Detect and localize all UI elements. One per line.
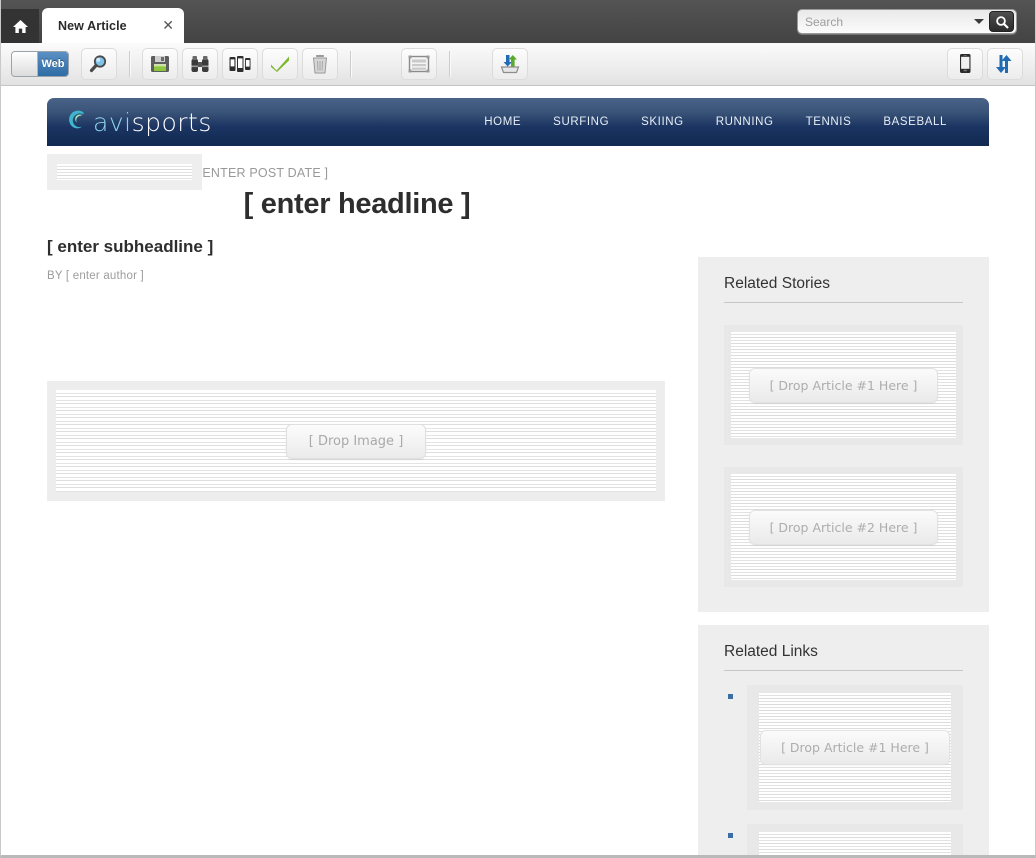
layout-button[interactable] <box>401 48 437 80</box>
layout-rows-icon <box>408 55 430 73</box>
image-drop-zone[interactable]: [ Drop Image ] <box>47 381 665 501</box>
preview-zoom-button[interactable] <box>81 48 117 80</box>
search-box[interactable] <box>797 9 1017 34</box>
placeholder-lines <box>57 164 192 180</box>
site-nav-list: HOME SURFING SKIING RUNNING TENNIS BASEB… <box>468 116 963 128</box>
date-drop-placeholder[interactable] <box>47 154 202 190</box>
channel-toggle-web[interactable]: Web <box>11 51 69 77</box>
mobile-phone-icon <box>960 54 971 73</box>
related-stories-panel: Related Stories [ Drop Article #1 Here ]… <box>698 257 989 612</box>
nav-item-tennis[interactable]: TENNIS <box>790 116 868 128</box>
article-byline[interactable]: BY [ enter author ] <box>47 270 667 282</box>
chevron-down-icon[interactable] <box>971 12 987 32</box>
import-export-icon <box>500 55 520 74</box>
approve-button[interactable] <box>262 48 298 80</box>
site-logo[interactable]: avisports <box>67 108 212 137</box>
article-headline[interactable]: [ enter headline ] <box>47 188 667 221</box>
toolbar-separator <box>129 51 130 77</box>
crescent-c-icon <box>67 109 86 136</box>
related-link-slot-1[interactable]: [ Drop Article #1 Here ] <box>747 685 963 810</box>
related-links-panel: Related Links [ Drop Article #1 Here ] [… <box>698 625 989 855</box>
compare-button[interactable] <box>182 48 218 80</box>
related-stories-title: Related Stories <box>724 275 830 292</box>
related-links-title: Related Links <box>724 643 818 660</box>
nav-item-baseball[interactable]: BASEBALL <box>867 116 963 128</box>
tab-new-article[interactable]: New Article ✕ <box>42 8 184 43</box>
sync-arrows-icon <box>996 55 1012 73</box>
nav-item-running[interactable]: RUNNING <box>700 116 790 128</box>
post-date-placeholder[interactable]: [ ENTER POST DATE ] <box>195 166 328 180</box>
divider <box>724 670 963 671</box>
placeholder-lines <box>759 832 951 855</box>
sync-button[interactable] <box>987 48 1023 80</box>
home-icon <box>12 19 29 34</box>
devices-icon <box>229 56 251 72</box>
close-icon[interactable]: ✕ <box>162 19 174 33</box>
import-export-button[interactable] <box>492 48 528 80</box>
post-date-row: [ ENTER POST DATE ] <box>47 154 667 190</box>
drop-article-label[interactable]: [ Drop Article #1 Here ] <box>748 367 939 403</box>
title-bar: New Article ✕ <box>1 0 1035 43</box>
save-button[interactable] <box>142 48 178 80</box>
toolbar-separator <box>449 51 450 77</box>
multichannel-preview-button[interactable] <box>222 48 258 80</box>
article-subheadline[interactable]: [ enter subheadline ] <box>47 237 667 257</box>
toolbar-separator <box>350 51 351 77</box>
search-icon <box>995 15 1008 28</box>
tab-label: New Article <box>58 18 127 33</box>
drop-article-label[interactable]: [ Drop Article #2 Here ] <box>748 509 939 545</box>
nav-item-surfing[interactable]: SURFING <box>537 116 625 128</box>
related-link-slot-2[interactable]: [ Drop Article #2 Here ] <box>747 824 963 855</box>
brand-text: avisports <box>93 108 212 137</box>
site-header: avisports HOME SURFING SKIING RUNNING TE… <box>47 98 989 146</box>
brand-text-secondary: sports <box>131 107 212 137</box>
application-window: New Article ✕ Web <box>0 0 1036 858</box>
divider <box>724 302 963 303</box>
page-canvas: avisports HOME SURFING SKIING RUNNING TE… <box>2 87 1035 855</box>
main-toolbar: Web <box>1 43 1035 86</box>
magnifier-icon <box>89 55 107 73</box>
related-story-slot-1[interactable]: [ Drop Article #1 Here ] <box>724 325 963 445</box>
toggle-knob <box>12 52 38 76</box>
trash-icon <box>312 55 328 74</box>
search-button[interactable] <box>989 11 1014 32</box>
drop-image-label[interactable]: [ Drop Image ] <box>285 423 427 459</box>
nav-item-home[interactable]: HOME <box>468 116 537 128</box>
related-link-row-2: [ Drop Article #2 Here ] <box>724 824 963 855</box>
related-story-slot-2[interactable]: [ Drop Article #2 Here ] <box>724 467 963 587</box>
brand-text-primary: avi <box>93 107 132 137</box>
related-link-row-1: [ Drop Article #1 Here ] <box>724 685 963 810</box>
floppy-disk-icon <box>151 56 169 72</box>
article-body: [ ENTER POST DATE ] [ enter headline ] [… <box>47 154 667 282</box>
binoculars-icon <box>191 56 209 72</box>
green-check-icon <box>271 56 289 72</box>
mobile-preview-button[interactable] <box>947 48 983 80</box>
nav-item-skiing[interactable]: SKIING <box>625 116 700 128</box>
search-input[interactable] <box>799 11 971 32</box>
bullet-icon <box>728 833 733 838</box>
drop-article-label[interactable]: [ Drop Article #1 Here ] <box>760 730 950 765</box>
toggle-label: Web <box>38 52 68 76</box>
delete-button[interactable] <box>302 48 338 80</box>
bullet-icon <box>728 694 733 699</box>
home-button[interactable] <box>1 9 39 43</box>
